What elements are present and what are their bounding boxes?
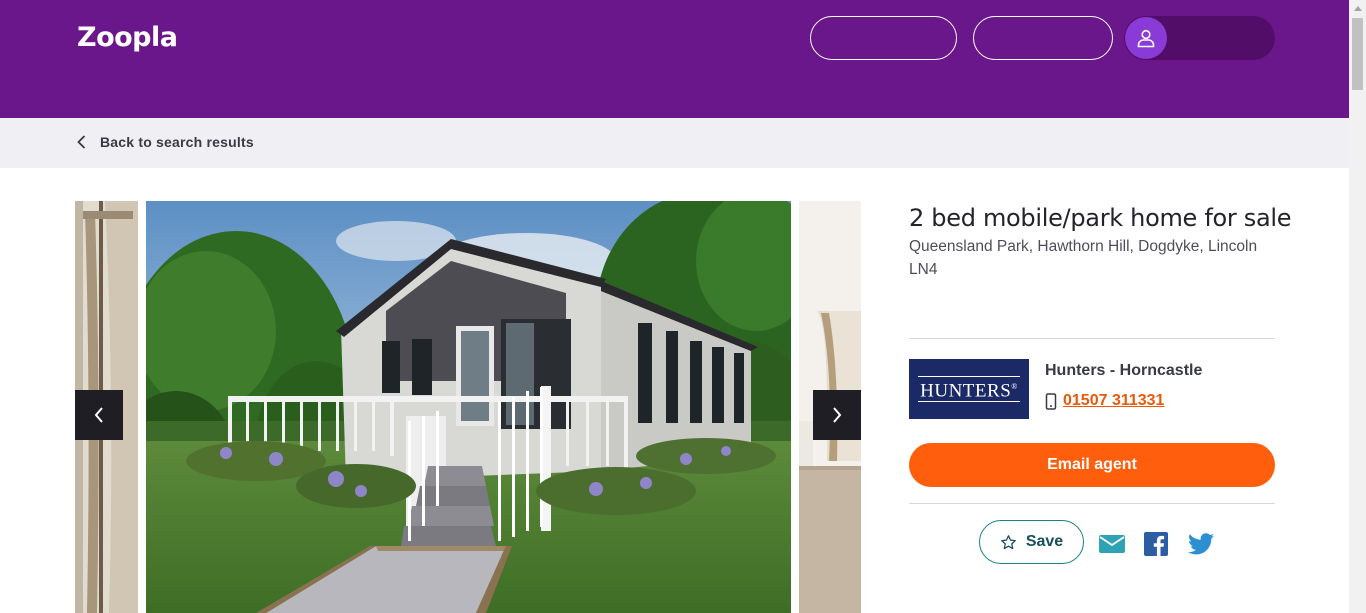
email-agent-button[interactable]: Email agent (909, 443, 1275, 487)
share-twitter-icon[interactable] (1188, 531, 1214, 557)
agent-logo-mark: ® (1011, 381, 1018, 391)
save-button[interactable]: Save (979, 520, 1084, 564)
chevron-left-icon (77, 135, 86, 149)
gallery-main-image[interactable] (146, 201, 791, 613)
zoopla-logo[interactable]: Zoopla (77, 22, 178, 53)
header-button-2[interactable] (973, 16, 1113, 60)
share-facebook-icon[interactable] (1143, 531, 1169, 557)
star-icon (1000, 534, 1016, 549)
page-scrollbar[interactable] (1349, 0, 1366, 613)
divider (909, 338, 1275, 339)
back-to-results-link[interactable]: Back to search results (77, 134, 254, 150)
agent-phone: 01507 311331 (1045, 392, 1164, 410)
scroll-thumb[interactable] (1352, 18, 1363, 90)
scroll-up-arrow-icon[interactable] (1349, 0, 1366, 17)
agent-logo[interactable]: HUNTERS® (909, 359, 1029, 419)
save-label: Save (1025, 533, 1064, 550)
header-button-1[interactable] (810, 16, 957, 60)
agent-phone-number[interactable]: 01507 311331 (1063, 392, 1164, 410)
gallery-prev-button[interactable] (75, 390, 123, 440)
gallery-next-button[interactable] (813, 390, 861, 440)
chevron-left-icon (94, 407, 103, 423)
back-link-label: Back to search results (100, 134, 254, 150)
site-header: Zoopla (0, 0, 1349, 118)
chevron-right-icon (833, 407, 842, 423)
user-icon (1125, 17, 1167, 59)
listing-title: 2 bed mobile/park home for sale (909, 204, 1292, 232)
account-menu-button[interactable] (1124, 16, 1275, 60)
agent-name[interactable]: Hunters - Horncastle (1045, 362, 1202, 380)
breadcrumb-bar: Back to search results (0, 118, 1349, 168)
share-email-icon[interactable] (1099, 531, 1125, 557)
mobile-phone-icon (1045, 392, 1057, 410)
divider (909, 503, 1275, 504)
agent-logo-text: HUNTERS (920, 380, 1012, 402)
listing-address: Queensland Park, Hawthorn Hill, Dogdyke,… (909, 238, 1258, 278)
